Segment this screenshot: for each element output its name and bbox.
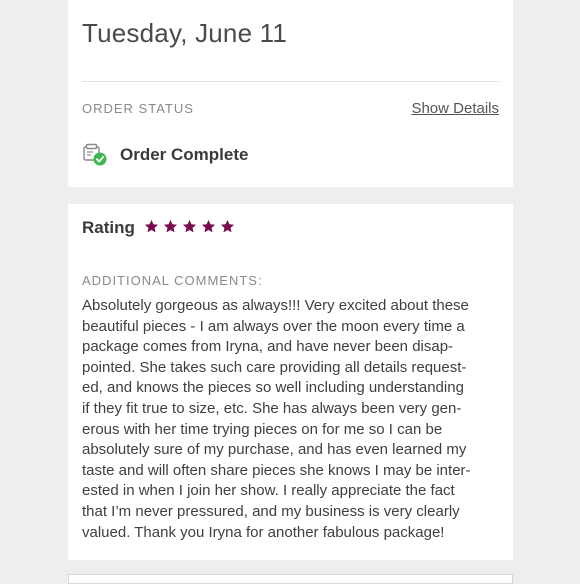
comment-line: ed, and knows the pieces so well includi… <box>82 379 464 397</box>
review-comment: Absolutely gorgeous as always!!! Very ex… <box>82 296 502 543</box>
star-icon <box>163 219 178 233</box>
review-card: Rating ADDITIONAL COMMENTS: Absolutely g… <box>68 204 513 560</box>
comment-line: pointed. She takes such care providing a… <box>82 358 467 376</box>
comment-line: valued. Thank you Iryna for another fabu… <box>82 523 445 541</box>
comment-line: absolutely sure of my purchase, and has … <box>82 441 467 459</box>
star-icon <box>201 219 216 233</box>
order-date-heading: Tuesday, June 11 <box>82 18 288 48</box>
comment-line: if they fit true to size, etc. She has a… <box>82 399 462 417</box>
rating-stars <box>144 219 235 234</box>
order-status-text: Order Complete <box>120 145 249 164</box>
star-icon <box>220 219 235 233</box>
box-check-icon <box>82 143 108 167</box>
comment-line: ested in when I join her show. I really … <box>82 482 455 500</box>
order-summary-card: Tuesday, June 11 ORDER STATUS Show Detai… <box>68 0 513 187</box>
comment-line: erous with her time trying pieces on for… <box>82 420 443 438</box>
rating-label: Rating <box>82 218 135 237</box>
star-icon <box>182 219 197 233</box>
comment-line: beautiful pieces - I am always over the … <box>82 317 465 335</box>
next-card <box>68 574 513 584</box>
order-status-label: ORDER STATUS <box>82 101 194 116</box>
comment-line: that I’m never pressured, and my busines… <box>82 502 460 520</box>
show-details-link[interactable]: Show Details <box>411 100 499 117</box>
comment-line: package comes from Iryna, and have never… <box>82 338 454 356</box>
divider <box>82 81 499 82</box>
additional-comments-label: ADDITIONAL COMMENTS: <box>82 273 263 288</box>
star-icon <box>144 219 159 233</box>
comment-line: taste and will often share pieces she kn… <box>82 461 471 479</box>
comment-line: Absolutely gorgeous as always!!! Very ex… <box>82 297 469 314</box>
